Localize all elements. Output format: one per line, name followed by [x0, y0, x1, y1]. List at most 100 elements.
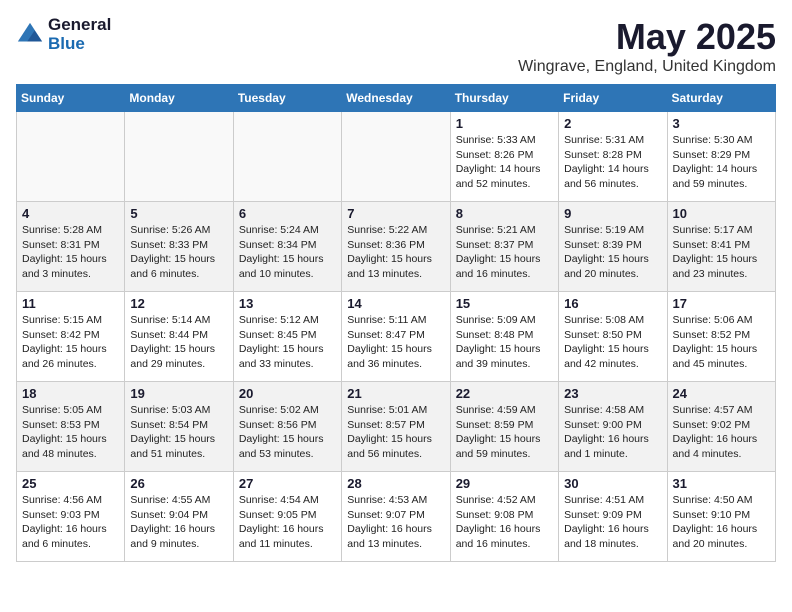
header-day-saturday: Saturday: [667, 85, 775, 112]
calendar-cell: 20 Sunrise: 5:02 AM Sunset: 8:56 PM Dayli…: [233, 382, 341, 472]
day-info: Sunrise: 5:03 AM Sunset: 8:54 PM Dayligh…: [130, 403, 227, 462]
week-row-3: 11 Sunrise: 5:15 AM Sunset: 8:42 PM Dayli…: [17, 292, 776, 382]
day-number: 19: [130, 386, 227, 401]
calendar-cell: 12 Sunrise: 5:14 AM Sunset: 8:44 PM Dayli…: [125, 292, 233, 382]
calendar-cell: [125, 112, 233, 202]
calendar-cell: 28Sunrise: 4:53 AM Sunset: 9:07 PM Dayli…: [342, 472, 450, 562]
day-number: 14: [347, 296, 444, 311]
day-info: Sunrise: 5:09 AM Sunset: 8:48 PM Dayligh…: [456, 313, 553, 372]
day-number: 11: [22, 296, 119, 311]
day-info: Sunrise: 5:05 AM Sunset: 8:53 PM Dayligh…: [22, 403, 119, 462]
day-info: Sunrise: 5:19 AM Sunset: 8:39 PM Dayligh…: [564, 223, 661, 282]
day-number: 25: [22, 476, 119, 491]
day-number: 26: [130, 476, 227, 491]
logo-text: General Blue: [48, 16, 111, 53]
calendar-cell: 13Sunrise: 5:12 AM Sunset: 8:45 PM Dayli…: [233, 292, 341, 382]
day-info: Sunrise: 4:53 AM Sunset: 9:07 PM Dayligh…: [347, 493, 444, 552]
calendar-cell: 16Sunrise: 5:08 AM Sunset: 8:50 PM Dayli…: [559, 292, 667, 382]
day-info: Sunrise: 5:28 AM Sunset: 8:31 PM Dayligh…: [22, 223, 119, 282]
day-number: 31: [673, 476, 770, 491]
calendar-cell: 30 Sunrise: 4:51 AM Sunset: 9:09 PM Dayli…: [559, 472, 667, 562]
day-number: 8: [456, 206, 553, 221]
day-info: Sunrise: 4:57 AM Sunset: 9:02 PM Dayligh…: [673, 403, 770, 462]
day-info: Sunrise: 5:01 AM Sunset: 8:57 PM Dayligh…: [347, 403, 444, 462]
day-number: 29: [456, 476, 553, 491]
calendar-cell: 9 Sunrise: 5:19 AM Sunset: 8:39 PM Daylig…: [559, 202, 667, 292]
day-info: Sunrise: 5:02 AM Sunset: 8:56 PM Dayligh…: [239, 403, 336, 462]
day-info: Sunrise: 4:50 AM Sunset: 9:10 PM Dayligh…: [673, 493, 770, 552]
day-info: Sunrise: 5:30 AM Sunset: 8:29 PM Dayligh…: [673, 133, 770, 192]
calendar-cell: 22Sunrise: 4:59 AM Sunset: 8:59 PM Dayli…: [450, 382, 558, 472]
day-number: 22: [456, 386, 553, 401]
day-info: Sunrise: 5:15 AM Sunset: 8:42 PM Dayligh…: [22, 313, 119, 372]
calendar-cell: 6Sunrise: 5:24 AM Sunset: 8:34 PM Daylig…: [233, 202, 341, 292]
calendar-cell: 19 Sunrise: 5:03 AM Sunset: 8:54 PM Dayli…: [125, 382, 233, 472]
day-number: 30: [564, 476, 661, 491]
day-number: 13: [239, 296, 336, 311]
day-info: Sunrise: 5:31 AM Sunset: 8:28 PM Dayligh…: [564, 133, 661, 192]
day-info: Sunrise: 4:51 AM Sunset: 9:09 PM Dayligh…: [564, 493, 661, 552]
day-info: Sunrise: 5:11 AM Sunset: 8:47 PM Dayligh…: [347, 313, 444, 372]
day-number: 1: [456, 116, 553, 131]
calendar-cell: 27Sunrise: 4:54 AM Sunset: 9:05 PM Dayli…: [233, 472, 341, 562]
header-day-wednesday: Wednesday: [342, 85, 450, 112]
calendar-cell: 29 Sunrise: 4:52 AM Sunset: 9:08 PM Dayli…: [450, 472, 558, 562]
calendar-cell: 31 Sunrise: 4:50 AM Sunset: 9:10 PM Dayli…: [667, 472, 775, 562]
day-info: Sunrise: 4:54 AM Sunset: 9:05 PM Dayligh…: [239, 493, 336, 552]
day-info: Sunrise: 4:55 AM Sunset: 9:04 PM Dayligh…: [130, 493, 227, 552]
calendar-cell: 26 Sunrise: 4:55 AM Sunset: 9:04 PM Dayli…: [125, 472, 233, 562]
day-info: Sunrise: 5:21 AM Sunset: 8:37 PM Dayligh…: [456, 223, 553, 282]
day-info: Sunrise: 4:52 AM Sunset: 9:08 PM Dayligh…: [456, 493, 553, 552]
calendar-cell: 7Sunrise: 5:22 AM Sunset: 8:36 PM Daylig…: [342, 202, 450, 292]
calendar-cell: 8 Sunrise: 5:21 AM Sunset: 8:37 PM Daylig…: [450, 202, 558, 292]
logo-icon: [16, 21, 44, 49]
calendar-cell: 23 Sunrise: 4:58 AM Sunset: 9:00 PM Dayli…: [559, 382, 667, 472]
calendar-cell: 14 Sunrise: 5:11 AM Sunset: 8:47 PM Dayli…: [342, 292, 450, 382]
day-number: 3: [673, 116, 770, 131]
calendar-cell: 21 Sunrise: 5:01 AM Sunset: 8:57 PM Dayli…: [342, 382, 450, 472]
day-info: Sunrise: 5:33 AM Sunset: 8:26 PM Dayligh…: [456, 133, 553, 192]
day-info: Sunrise: 4:58 AM Sunset: 9:00 PM Dayligh…: [564, 403, 661, 462]
title-block: May 2025 Wingrave, England, United Kingd…: [518, 16, 776, 76]
header-day-friday: Friday: [559, 85, 667, 112]
page-header: General Blue May 2025 Wingrave, England,…: [16, 16, 776, 76]
day-info: Sunrise: 5:14 AM Sunset: 8:44 PM Dayligh…: [130, 313, 227, 372]
day-number: 24: [673, 386, 770, 401]
header-day-sunday: Sunday: [17, 85, 125, 112]
day-number: 12: [130, 296, 227, 311]
main-title: May 2025: [518, 16, 776, 58]
day-number: 21: [347, 386, 444, 401]
header-day-monday: Monday: [125, 85, 233, 112]
day-number: 10: [673, 206, 770, 221]
logo-blue: Blue: [48, 35, 111, 54]
day-info: Sunrise: 5:17 AM Sunset: 8:41 PM Dayligh…: [673, 223, 770, 282]
week-row-5: 25Sunrise: 4:56 AM Sunset: 9:03 PM Dayli…: [17, 472, 776, 562]
day-number: 23: [564, 386, 661, 401]
day-number: 9: [564, 206, 661, 221]
calendar-cell: [342, 112, 450, 202]
week-row-4: 18 Sunrise: 5:05 AM Sunset: 8:53 PM Dayli…: [17, 382, 776, 472]
calendar-cell: 24 Sunrise: 4:57 AM Sunset: 9:02 PM Dayli…: [667, 382, 775, 472]
day-number: 17: [673, 296, 770, 311]
subtitle: Wingrave, England, United Kingdom: [518, 58, 776, 76]
calendar-body: 1 Sunrise: 5:33 AM Sunset: 8:26 PM Daylig…: [17, 112, 776, 562]
calendar-cell: 3 Sunrise: 5:30 AM Sunset: 8:29 PM Daylig…: [667, 112, 775, 202]
day-info: Sunrise: 5:26 AM Sunset: 8:33 PM Dayligh…: [130, 223, 227, 282]
day-number: 20: [239, 386, 336, 401]
calendar-cell: 2 Sunrise: 5:31 AM Sunset: 8:28 PM Daylig…: [559, 112, 667, 202]
day-number: 2: [564, 116, 661, 131]
week-row-1: 1 Sunrise: 5:33 AM Sunset: 8:26 PM Daylig…: [17, 112, 776, 202]
calendar-cell: 11 Sunrise: 5:15 AM Sunset: 8:42 PM Dayli…: [17, 292, 125, 382]
day-number: 18: [22, 386, 119, 401]
calendar-cell: [233, 112, 341, 202]
logo-general: General: [48, 16, 111, 35]
day-info: Sunrise: 5:24 AM Sunset: 8:34 PM Dayligh…: [239, 223, 336, 282]
header-day-thursday: Thursday: [450, 85, 558, 112]
header-day-tuesday: Tuesday: [233, 85, 341, 112]
day-number: 4: [22, 206, 119, 221]
day-info: Sunrise: 5:06 AM Sunset: 8:52 PM Dayligh…: [673, 313, 770, 372]
day-number: 7: [347, 206, 444, 221]
calendar-cell: 17 Sunrise: 5:06 AM Sunset: 8:52 PM Dayli…: [667, 292, 775, 382]
calendar-cell: 1 Sunrise: 5:33 AM Sunset: 8:26 PM Daylig…: [450, 112, 558, 202]
day-number: 16: [564, 296, 661, 311]
